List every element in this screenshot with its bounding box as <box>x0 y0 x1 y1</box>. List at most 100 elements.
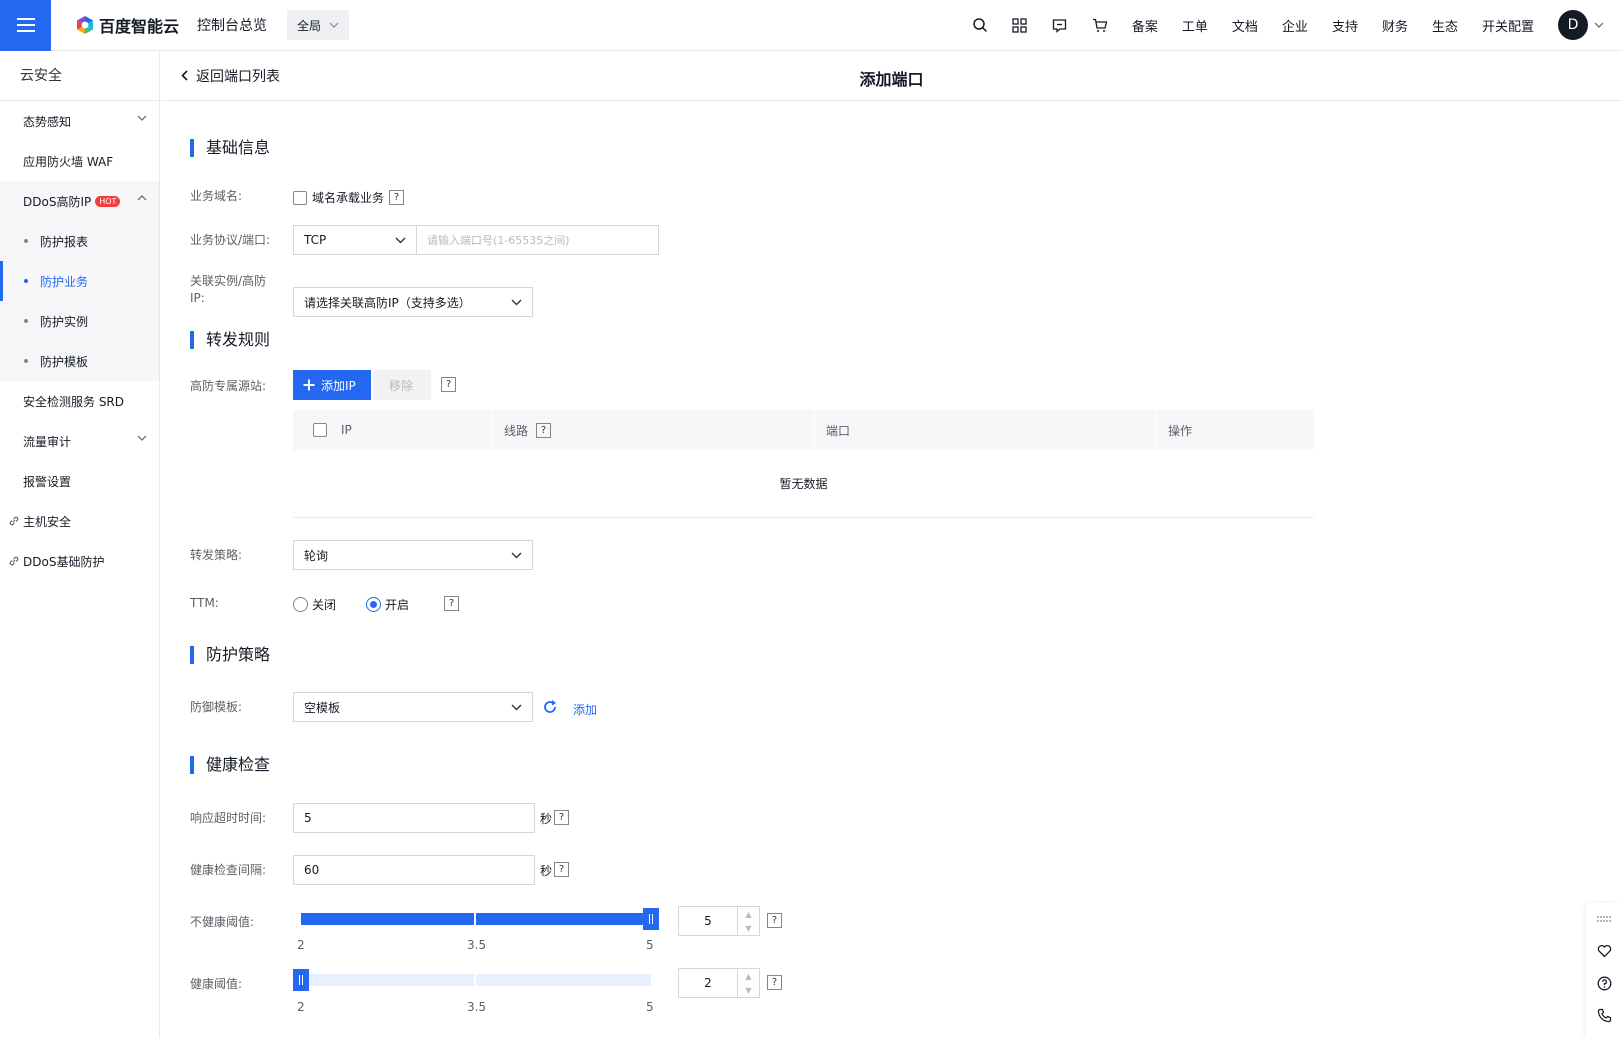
ttm-label: TTM: <box>190 596 219 610</box>
nav-link-ecosystem[interactable]: 生态 <box>1420 16 1470 35</box>
help-icon[interactable]: ? <box>554 862 569 877</box>
increment-button[interactable]: ▲ <box>738 907 759 921</box>
cart-button[interactable] <box>1080 0 1120 51</box>
brand-logo[interactable]: 百度智能云 <box>75 13 179 37</box>
help-icon[interactable]: ? <box>767 975 782 990</box>
heart-icon <box>1597 944 1611 958</box>
nav-link-docs[interactable]: 文档 <box>1220 16 1270 35</box>
sidebar-item-label: 主机安全 <box>23 514 72 529</box>
ttm-off-radio[interactable] <box>293 597 308 612</box>
select-all-checkbox[interactable] <box>313 423 327 437</box>
search-button[interactable] <box>960 0 1000 51</box>
nav-link-switch-config[interactable]: 开关配置 <box>1470 16 1546 35</box>
sidebar-item-ddos-basic[interactable]: DDoS基础防护 <box>0 541 159 581</box>
help-icon[interactable]: ? <box>444 596 459 611</box>
sidebar-item-protection-business[interactable]: 防护业务 <box>0 261 159 301</box>
nav-link-support[interactable]: 支持 <box>1320 16 1370 35</box>
template-select[interactable]: 空模板 <box>293 692 533 722</box>
domain-checkbox-label: 域名承载业务 <box>312 191 385 205</box>
sidebar-item-host-security[interactable]: 主机安全 <box>0 501 159 541</box>
console-overview-link[interactable]: 控制台总览 <box>197 15 267 35</box>
healthy-slider-track[interactable] <box>301 974 651 986</box>
column-line-label: 线路 <box>504 423 529 438</box>
sidebar-item-alarm-settings[interactable]: 报警设置 <box>0 461 159 501</box>
table-header-line: 线路 ? <box>493 410 815 450</box>
sidebar-item-protection-template[interactable]: 防护模板 <box>0 341 159 381</box>
sidebar-item-protection-report[interactable]: 防护报表 <box>0 221 159 261</box>
nav-link-finance[interactable]: 财务 <box>1370 16 1420 35</box>
increment-button[interactable]: ▲ <box>738 969 759 983</box>
menu-icon <box>16 24 35 26</box>
remove-button[interactable]: 移除 <box>373 370 431 400</box>
ttm-off-option[interactable]: 关闭 <box>293 596 336 613</box>
add-ip-button[interactable]: 添加IP <box>293 370 371 400</box>
port-input[interactable]: 请输入端口号(1-65535之间) <box>416 225 659 255</box>
sidebar-item-label: 应用防火墙 WAF <box>23 154 114 169</box>
protocol-select[interactable]: TCP <box>293 225 417 255</box>
help-icon[interactable]: ? <box>554 810 569 825</box>
sidebar-item-label: DDoS基础防护 <box>23 554 105 569</box>
chevron-down-icon[interactable] <box>1594 22 1604 28</box>
apps-button[interactable] <box>1000 0 1040 51</box>
unhealthy-tick-mid: 3.5 <box>467 938 487 952</box>
sidebar-item-label: 防护实例 <box>40 314 89 329</box>
user-avatar[interactable]: D <box>1558 10 1588 40</box>
link-icon <box>9 556 19 566</box>
ttm-on-option[interactable]: 开启 <box>366 596 409 613</box>
nav-link-enterprise[interactable]: 企业 <box>1270 16 1320 35</box>
refresh-icon[interactable] <box>542 699 558 715</box>
hot-badge: HOT <box>95 195 121 207</box>
help-icon[interactable]: ? <box>389 190 405 205</box>
search-icon <box>973 18 987 33</box>
floating-toolbar <box>1586 903 1622 1038</box>
healthy-label: 健康阈值: <box>190 977 243 991</box>
healthy-number-input[interactable]: 2 ▲ ▼ <box>678 968 760 998</box>
message-button[interactable] <box>1040 0 1080 51</box>
add-template-link[interactable]: 添加 <box>573 701 597 718</box>
timeout-input[interactable]: 5 <box>293 803 535 833</box>
nav-link-ticket[interactable]: 工单 <box>1170 16 1220 35</box>
decrement-button[interactable]: ▼ <box>738 983 759 997</box>
menu-button[interactable] <box>0 0 51 51</box>
region-selector[interactable]: 全局 <box>287 10 350 40</box>
top-right-tools: 备案 工单 文档 企业 支持 财务 生态 开关配置 D <box>960 0 1622 51</box>
unhealthy-number-input[interactable]: 5 ▲ ▼ <box>678 906 760 936</box>
unhealthy-stepper: ▲ ▼ <box>737 907 759 935</box>
bullet-dot <box>24 319 28 323</box>
bullet-dot <box>24 359 28 363</box>
sidebar-item-ddos-ip[interactable]: DDoS高防IP HOT <box>0 181 159 221</box>
help-icon[interactable]: ? <box>767 913 782 928</box>
sidebar-item-traffic-audit[interactable]: 流量审计 <box>0 421 159 461</box>
unhealthy-slider-handle[interactable] <box>643 908 659 930</box>
contact-button[interactable] <box>1586 999 1622 1031</box>
help-icon[interactable]: ? <box>536 422 552 438</box>
sidebar-item-waf[interactable]: 应用防火墙 WAF <box>0 141 159 181</box>
sidebar-item-protection-instance[interactable]: 防护实例 <box>0 301 159 341</box>
interval-label: 健康检查间隔: <box>190 863 267 877</box>
domain-business-checkbox[interactable] <box>293 190 307 205</box>
sidebar-item-situation-awareness[interactable]: 态势感知 <box>0 101 159 141</box>
favorite-button[interactable] <box>1586 935 1622 967</box>
template-label: 防御模板: <box>190 700 243 714</box>
sidebar-item-label: 安全检测服务 SRD <box>23 394 125 409</box>
ttm-on-radio[interactable] <box>366 597 381 612</box>
back-to-port-list-link[interactable]: 返回端口列表 <box>181 66 280 86</box>
help-icon[interactable]: ? <box>441 377 456 392</box>
chevron-down-icon <box>137 435 147 441</box>
sidebar-item-srd[interactable]: 安全检测服务 SRD <box>0 381 159 421</box>
drag-handle[interactable] <box>1586 903 1622 935</box>
chevron-left-icon <box>181 70 188 81</box>
timeout-value: 5 <box>304 811 312 825</box>
instance-select[interactable]: 请选择关联高防IP（支持多选） <box>293 287 533 317</box>
decrement-button[interactable]: ▼ <box>738 921 759 935</box>
brand-logo-icon <box>77 16 93 34</box>
unhealthy-slider-track[interactable] <box>301 913 651 925</box>
interval-input[interactable]: 60 <box>293 855 535 885</box>
help-button[interactable] <box>1586 967 1622 999</box>
back-label: 返回端口列表 <box>196 68 280 85</box>
sidebar-item-label: 流量审计 <box>23 434 72 449</box>
nav-link-beian[interactable]: 备案 <box>1120 16 1170 35</box>
healthy-slider-handle[interactable] <box>293 969 309 991</box>
section-forward-rules: 转发规则 <box>190 331 270 349</box>
strategy-select[interactable]: 轮询 <box>293 540 533 570</box>
